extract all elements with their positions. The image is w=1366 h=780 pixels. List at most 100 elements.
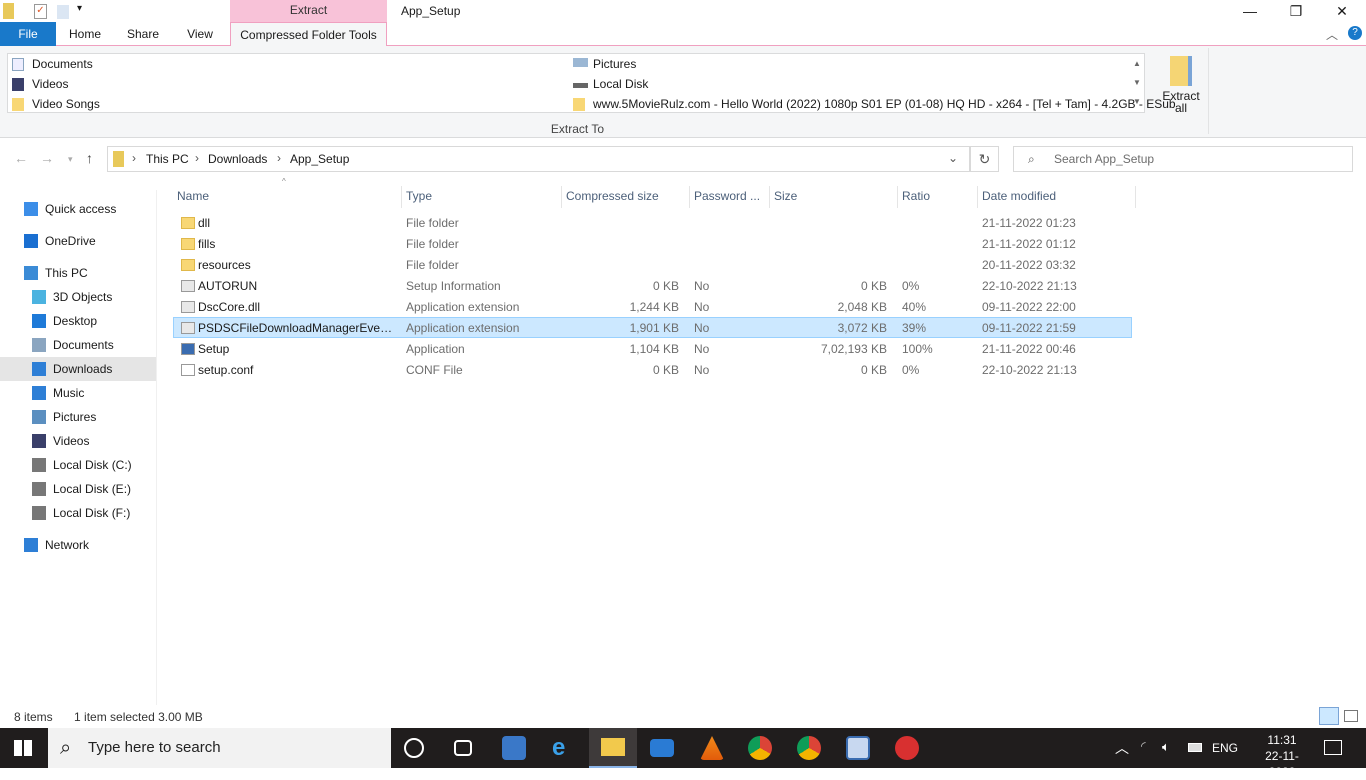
microsoft-store-icon[interactable] (502, 736, 526, 760)
destination-local-disk[interactable]: Local Disk (569, 74, 648, 94)
column-header-size[interactable]: Size (770, 186, 898, 208)
destination-videos[interactable]: Videos (8, 74, 68, 94)
tab-share[interactable]: Share (114, 22, 172, 46)
file-row[interactable]: AUTORUN Setup Information 0 KB No 0 KB 0% 22-1… (173, 275, 1132, 296)
sidebar-item-onedrive[interactable]: OneDrive (0, 229, 156, 253)
file-row[interactable]: resources File folder 20-11-2022 03:32 (173, 254, 1132, 275)
help-icon[interactable]: ? (1348, 26, 1362, 40)
large-icons-view-button[interactable] (1344, 710, 1358, 722)
pictures-icon (573, 58, 588, 67)
cell-size: 3,072 KB (837, 321, 887, 335)
sidebar-item-videos[interactable]: Videos (0, 429, 156, 453)
sidebar-item-quick-access[interactable]: Quick access (0, 197, 156, 221)
sidebar-item-this-pc[interactable]: This PC (0, 261, 156, 285)
vlc-icon[interactable] (700, 736, 724, 760)
collapse-ribbon-icon[interactable]: ︿ (1326, 26, 1338, 43)
cell-date: 22-10-2022 21:13 (982, 363, 1077, 377)
minimize-button[interactable]: — (1227, 0, 1273, 22)
sidebar-item-documents[interactable]: Documents (0, 333, 156, 357)
tab-view[interactable]: View (172, 22, 228, 46)
cell-date: 21-11-2022 00:46 (982, 342, 1076, 356)
chrome-profile-icon[interactable] (797, 736, 821, 760)
ribbon-tabs: File Home Share View Compressed Folder T… (0, 22, 1366, 47)
cell-pw: No (694, 342, 710, 356)
tab-file[interactable]: File (0, 22, 56, 46)
file-row[interactable]: fills File folder 21-11-2022 01:12 (173, 233, 1132, 254)
chrome-icon[interactable] (748, 736, 772, 760)
language-indicator[interactable]: ENG (1212, 741, 1238, 755)
close-button[interactable]: ✕ (1319, 0, 1365, 22)
extract-all-button[interactable]: Extract all (1158, 52, 1204, 114)
maximize-button[interactable]: ❐ (1273, 0, 1319, 22)
breadcrumb-downloads[interactable]: Downloads (208, 152, 267, 166)
app-icon (181, 343, 195, 355)
document-icon (12, 58, 24, 71)
drive-icon (32, 506, 46, 520)
cell-size: 7,02,193 KB (820, 342, 887, 356)
sidebar-item-desktop[interactable]: Desktop (0, 309, 156, 333)
tab-home[interactable]: Home (56, 22, 114, 46)
refresh-button[interactable]: ↻ (970, 146, 999, 172)
properties-icon[interactable]: ✓ (34, 4, 47, 19)
taskbar-search[interactable]: ⌕ Type here to search (48, 728, 391, 768)
sidebar-item-downloads[interactable]: Downloads (0, 357, 156, 381)
chevron-down-icon[interactable]: ⌄ (948, 151, 958, 165)
destination-video-songs[interactable]: Video Songs (8, 94, 100, 114)
cell-csize: 0 KB (652, 363, 679, 377)
destination-documents[interactable]: Documents (8, 54, 93, 74)
breadcrumb-this-pc[interactable]: This PC (146, 152, 189, 166)
mail-icon[interactable] (650, 739, 674, 757)
details-view-button[interactable] (1319, 707, 1339, 725)
app-icon[interactable] (895, 736, 919, 760)
back-button[interactable]: ← (14, 150, 28, 166)
cortana-icon[interactable] (404, 738, 424, 758)
recent-locations-button[interactable]: ▾ (68, 154, 73, 165)
cell-csize: 1,901 KB (629, 321, 679, 335)
file-row[interactable]: DscCore.dll Application extension 1,244 KB… (173, 296, 1132, 317)
destination-pictures[interactable]: Pictures (569, 54, 636, 74)
column-header-type[interactable]: Type (402, 186, 562, 208)
settings-icon (181, 322, 195, 334)
sidebar-item-3d-objects[interactable]: 3D Objects (0, 285, 156, 309)
edge-icon[interactable]: e (552, 736, 576, 760)
show-hidden-icons-chevron[interactable]: ︿ (1115, 738, 1129, 758)
status-bar: 8 items 1 item selected 3.00 MB (14, 710, 203, 724)
file-explorer-taskbar-button[interactable] (589, 728, 637, 768)
customize-quick-access-icon[interactable]: ▾ (77, 3, 82, 14)
file-row[interactable]: setup.conf CONF File 0 KB No 0 KB 0% 22-10-202… (173, 359, 1132, 380)
network-app-icon[interactable] (846, 736, 870, 760)
search-input[interactable]: ⌕ Search App_Setup (1013, 146, 1353, 172)
tab-compressed-folder-tools[interactable]: Compressed Folder Tools (230, 22, 387, 47)
up-button[interactable]: ↑ (86, 150, 93, 166)
sidebar-item-pictures[interactable]: Pictures (0, 405, 156, 429)
windows-start-icon[interactable] (14, 740, 32, 756)
battery-icon[interactable] (1188, 743, 1202, 752)
file-row[interactable]: dll File folder 21-11-2022 01:23 (173, 212, 1132, 233)
column-header-date-modified[interactable]: Date modified (978, 186, 1136, 208)
file-row[interactable]: PSDSCFileDownloadManagerEvent... Applicat… (173, 317, 1132, 338)
window-title: App_Setup (401, 4, 461, 18)
wifi-icon[interactable]: ◜ (1141, 739, 1146, 753)
sidebar-item-local-disk-e[interactable]: Local Disk (E:) (0, 477, 156, 501)
cell-name: Setup (198, 342, 230, 356)
clock[interactable]: 11:31 22-11-2022 (1252, 732, 1312, 780)
address-bar[interactable]: › This PC › Downloads › App_Setup ⌄ (107, 146, 970, 172)
forward-button[interactable]: → (40, 150, 54, 166)
notifications-icon[interactable] (1324, 740, 1342, 755)
cell-date: 21-11-2022 01:23 (982, 216, 1076, 230)
gallery-scrollbar[interactable]: ▲ ▼ ▼ (1130, 54, 1144, 112)
sidebar-item-local-disk-f[interactable]: Local Disk (F:) (0, 501, 156, 525)
sidebar-item-network[interactable]: Network (0, 533, 156, 557)
destination-movie-folder[interactable]: www.5MovieRulz.com - Hello World (2022) … (569, 94, 1176, 114)
file-row[interactable]: Setup Application 1,104 KB No 7,02,193 KB 100… (173, 338, 1132, 359)
new-folder-icon[interactable] (57, 5, 69, 19)
volume-icon[interactable]: 🔈︎ (1162, 739, 1170, 755)
column-header-ratio[interactable]: Ratio (898, 186, 978, 208)
task-view-icon[interactable] (454, 740, 472, 756)
sidebar-item-music[interactable]: Music (0, 381, 156, 405)
breadcrumb-app-setup[interactable]: App_Setup (290, 152, 349, 166)
column-header-password[interactable]: Password ... (690, 186, 770, 208)
column-header-compressed-size[interactable]: Compressed size (562, 186, 690, 208)
column-header-name[interactable]: Name (173, 186, 402, 208)
sidebar-item-local-disk-c[interactable]: Local Disk (C:) (0, 453, 156, 477)
